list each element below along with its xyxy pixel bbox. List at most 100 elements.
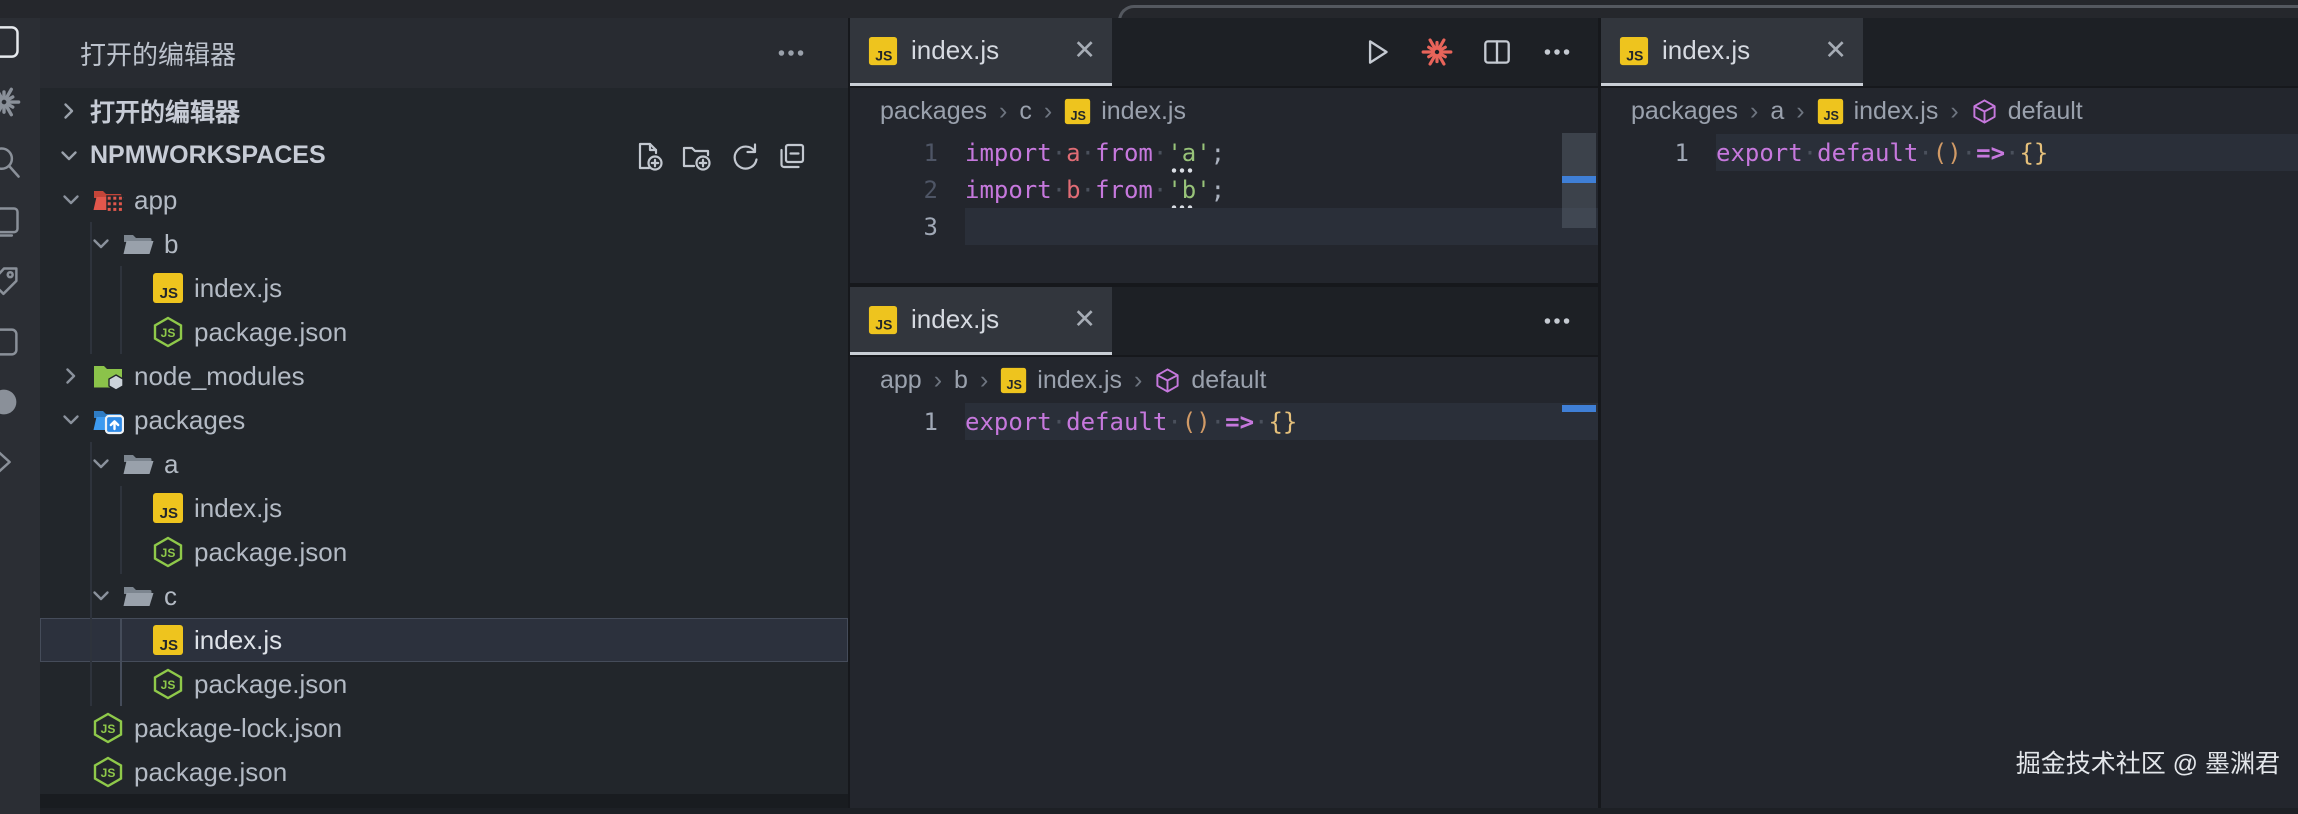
circle-icon[interactable] (0, 384, 22, 420)
breadcrumb-item-default[interactable]: default (1971, 97, 2083, 126)
folder-node-icon (92, 360, 124, 392)
new-file-icon[interactable] (632, 140, 664, 172)
json-file-icon: JS (152, 536, 184, 568)
code-line-1[interactable]: 1export·default·()·=>·{} (850, 403, 1598, 440)
code-editor[interactable]: 1export·default·()·=>·{} (850, 403, 1598, 440)
run-icon[interactable] (1360, 35, 1394, 69)
tree-item-c[interactable]: c (40, 574, 848, 618)
breadcrumb: packages›a›JSindex.js›default (1601, 88, 2298, 134)
code-editor[interactable]: 1import·a·from·'a';2import·b·from·'b'; 3 (850, 134, 1598, 245)
indent-guide (90, 442, 92, 706)
svg-text:JS: JS (101, 766, 116, 780)
svg-text:JS: JS (1626, 47, 1643, 63)
sidebar: 打开的编辑器 打开的编辑器NPMWORKSPACES appbJSindex.j… (40, 18, 848, 808)
square-icon[interactable] (0, 324, 22, 360)
tab-index-js[interactable]: JSindex.js✕ (850, 18, 1112, 86)
code-line-2[interactable]: 2import·b·from·'b'; (850, 171, 1598, 208)
tree-item-package-json[interactable]: JS package.json (40, 662, 848, 706)
split-editor-icon[interactable] (1480, 35, 1514, 69)
close-icon[interactable]: ✕ (1073, 306, 1096, 333)
breadcrumb-item-default[interactable]: default (1154, 366, 1266, 395)
tree-item-app[interactable]: app (40, 178, 848, 222)
breadcrumb-label: index.js (1101, 97, 1186, 126)
tab-label: index.js (911, 35, 999, 66)
line-number: 1 (1601, 139, 1689, 167)
section-header-npm-workspaces[interactable]: NPMWORKSPACES (40, 133, 848, 178)
svg-text:JS: JS (161, 546, 176, 560)
refresh-icon[interactable] (728, 140, 760, 172)
token: export (1716, 139, 1803, 167)
tab-index-js[interactable]: JSindex.js✕ (850, 287, 1112, 355)
more-icon[interactable] (1540, 304, 1574, 338)
collapse-all-icon[interactable] (776, 140, 808, 172)
breadcrumb-item-packages[interactable]: packages (1631, 97, 1738, 126)
more-icon[interactable] (1540, 35, 1574, 69)
code-editor[interactable]: 1export·default·()·=>·{} (1601, 134, 2298, 171)
whitespace-dot: · (1167, 408, 1181, 436)
breadcrumb-item-app[interactable]: app (880, 366, 922, 395)
breadcrumb-separator: › (934, 366, 942, 395)
section-header-open-editors[interactable]: 打开的编辑器 (40, 88, 848, 133)
breadcrumb-item-packages[interactable]: packages (880, 97, 987, 126)
tree-item-packages[interactable]: packages (40, 398, 848, 442)
close-icon[interactable]: ✕ (1824, 37, 1847, 64)
module-cube-icon (1971, 98, 1998, 125)
tree-item-label: b (164, 229, 178, 260)
breadcrumb-item-b[interactable]: b (954, 366, 968, 395)
js-file-icon: JS (1619, 36, 1649, 66)
sidebar-pane-title-row: 打开的编辑器 (40, 18, 848, 88)
breadcrumb-item-index-js[interactable]: JSindex.js (1000, 366, 1122, 395)
token: {} (1268, 408, 1297, 436)
overview-ruler-cursor-marker (1562, 176, 1596, 183)
code-line-1[interactable]: 1import·a·from·'a'; (850, 134, 1598, 171)
breadcrumb-separator: › (1750, 97, 1758, 126)
code-line-1[interactable]: 1export·default·()·=>·{} (1601, 134, 2298, 171)
run-all-icon[interactable] (1420, 35, 1454, 69)
breadcrumb-item-a[interactable]: a (1770, 97, 1784, 126)
search-icon[interactable] (0, 144, 22, 180)
code-line-3[interactable]: 3 (850, 208, 1598, 245)
svg-text:JS: JS (161, 678, 176, 692)
tree-item-index-js[interactable]: JSindex.js (40, 618, 848, 662)
tree-item-package-json[interactable]: JSpackage.json (40, 310, 848, 354)
code-text: import·a·from·'a'; (938, 139, 1225, 167)
js-file-icon: JS (152, 624, 184, 656)
breadcrumb-item-index-js[interactable]: JSindex.js (1064, 97, 1186, 126)
chevron-right-icon[interactable] (0, 444, 22, 480)
js-file-icon: JS (152, 492, 184, 524)
tab-index-js[interactable]: JSindex.js✕ (1601, 18, 1863, 86)
chevron-down-icon (56, 143, 82, 169)
code-text: import·b·from·'b'; (938, 176, 1225, 204)
breadcrumb-item-index-js[interactable]: JSindex.js (1817, 97, 1939, 126)
whitespace-dot: · (1962, 139, 1976, 167)
tree-item-node-modules[interactable]: node_modules (40, 354, 848, 398)
files-icon[interactable] (0, 24, 22, 60)
tree-item-index-js[interactable]: JSindex.js (40, 266, 848, 310)
line-number: 3 (850, 213, 938, 241)
breadcrumb-label: index.js (1037, 366, 1122, 395)
tree-item-b[interactable]: b (40, 222, 848, 266)
more-actions-icon[interactable] (774, 36, 808, 70)
starburst-icon[interactable] (0, 84, 22, 120)
tree-item-package-json[interactable]: JSpackage.json (40, 530, 848, 574)
breadcrumb-label: app (880, 366, 922, 395)
tree-item-package-lock-json[interactable]: JSpackage-lock.json (40, 706, 848, 750)
new-folder-icon[interactable] (680, 140, 712, 172)
folder-gray-icon (122, 448, 154, 480)
breadcrumb-separator: › (1950, 97, 1958, 126)
tree-item-index-js[interactable]: JSindex.js (40, 486, 848, 530)
tree-item-package-json[interactable]: JSpackage.json (40, 750, 848, 794)
tag-icon[interactable] (0, 264, 22, 300)
watermark-text: 掘金技术社区 @ 墨渊君 (2016, 744, 2280, 780)
breadcrumb: packages›c›JSindex.js (850, 88, 1598, 134)
copy-icon[interactable] (0, 204, 22, 240)
tree-item-a[interactable]: a (40, 442, 848, 486)
token: from (1095, 176, 1153, 204)
token: default (1817, 139, 1918, 167)
whitespace-dot: · (1153, 176, 1167, 204)
breadcrumb-item-c[interactable]: c (1019, 97, 1032, 126)
tree-item-label: package.json (194, 669, 347, 700)
tree-item-label: package.json (194, 317, 347, 348)
tree-item-label: c (164, 581, 177, 612)
close-icon[interactable]: ✕ (1073, 37, 1096, 64)
